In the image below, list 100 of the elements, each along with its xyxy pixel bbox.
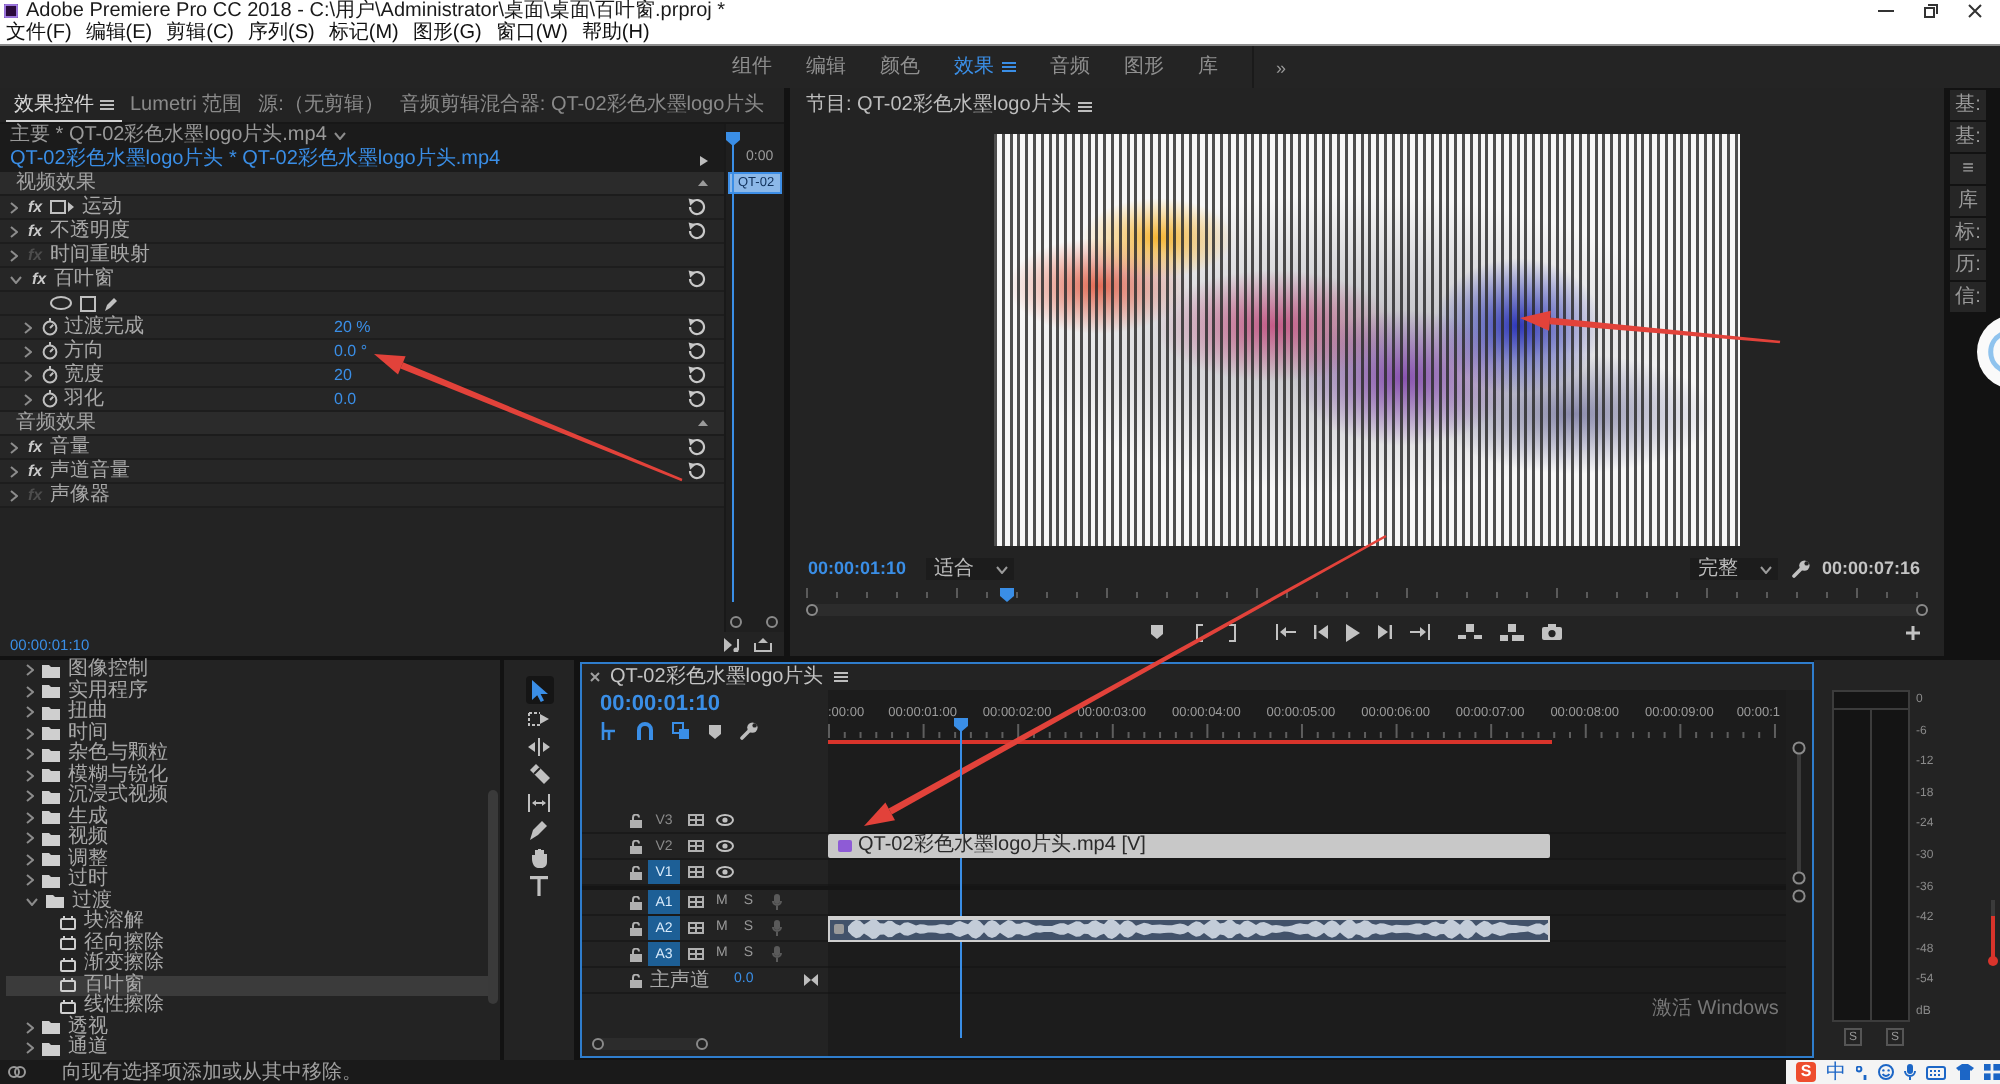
bowtie-icon[interactable]: [804, 974, 818, 986]
sequence-tab[interactable]: QT-02彩色水墨logo片头: [610, 665, 824, 689]
chevron-right-icon[interactable]: [10, 489, 18, 501]
fx-toggle[interactable]: fx: [28, 197, 43, 217]
chevron-right-icon[interactable]: [10, 225, 18, 237]
menu-item[interactable]: 图形(G): [412, 22, 482, 44]
chevron-right-icon[interactable]: [10, 249, 18, 261]
panel-tab[interactable]: 效果控件: [6, 88, 122, 122]
effects-list-item[interactable]: 过渡: [6, 891, 488, 912]
go-to-in-icon[interactable]: [1275, 624, 1295, 640]
effect-row[interactable]: fx 音量: [0, 436, 724, 460]
linked-clips-icon[interactable]: [672, 722, 690, 740]
parameter-value[interactable]: 0.0: [334, 389, 357, 409]
mark-in-icon[interactable]: [1193, 623, 1203, 641]
panel-tab[interactable]: Lumetri 范围: [122, 88, 251, 122]
magnet-icon[interactable]: [636, 722, 654, 740]
effects-list-item[interactable]: 通道: [6, 1038, 488, 1059]
marker-icon[interactable]: [1149, 624, 1163, 640]
chevron-right-icon[interactable]: [26, 874, 34, 887]
fx-toggle[interactable]: fx: [32, 269, 47, 289]
stopwatch-icon[interactable]: [42, 342, 58, 360]
workspace-tab[interactable]: 编辑: [806, 55, 846, 79]
effects-list-item[interactable]: 调整: [6, 849, 488, 870]
filmstrip-icon[interactable]: [688, 866, 704, 878]
workspace-tab[interactable]: 颜色: [880, 55, 920, 79]
effects-list-item[interactable]: 图像控制: [6, 660, 488, 681]
restore-icon[interactable]: [1924, 4, 1938, 18]
stopwatch-icon[interactable]: [42, 366, 58, 384]
export-icon[interactable]: [754, 637, 772, 651]
effects-list-item[interactable]: 径向擦除: [6, 933, 488, 954]
filmstrip-icon[interactable]: [688, 896, 704, 908]
chevron-right-icon[interactable]: [24, 345, 32, 357]
panel-tab[interactable]: 源:（无剪辑）: [250, 88, 392, 122]
marker-icon[interactable]: [708, 723, 722, 739]
chevron-right-icon[interactable]: [26, 706, 34, 719]
scroll-handle[interactable]: [1916, 604, 1928, 616]
panel-tab[interactable]: 标:: [1950, 218, 1986, 248]
chevron-right-icon[interactable]: [26, 811, 34, 824]
smiley-icon[interactable]: [1878, 1064, 1894, 1080]
stopwatch-icon[interactable]: [42, 318, 58, 336]
filmstrip-icon[interactable]: [688, 814, 704, 826]
reset-icon[interactable]: [688, 438, 706, 456]
chevron-right-icon[interactable]: [26, 1021, 34, 1034]
workspace-tab[interactable]: 音频: [1050, 55, 1090, 79]
step-forward-icon[interactable]: [1377, 624, 1391, 640]
panel-tab[interactable]: ≡: [1950, 154, 1986, 184]
add-icon[interactable]: [1906, 625, 1920, 639]
scroll-handle[interactable]: [806, 604, 818, 616]
menu-item[interactable]: 序列(S): [248, 22, 315, 44]
chevron-right-icon[interactable]: [26, 853, 34, 866]
scroll-handle[interactable]: [730, 616, 742, 628]
menu-item[interactable]: 帮助(H): [581, 22, 650, 44]
timecode[interactable]: 00:00:01:10: [808, 558, 907, 580]
effects-list-item[interactable]: 线性擦除: [6, 996, 488, 1017]
chevron-right-icon[interactable]: [24, 369, 32, 381]
tool-button[interactable]: [525, 732, 553, 760]
filmstrip-icon[interactable]: [688, 948, 704, 960]
quality-dropdown[interactable]: 完整: [1689, 558, 1778, 580]
wrench-icon[interactable]: [740, 722, 758, 740]
fader-icon[interactable]: [1988, 900, 1998, 968]
zoom-scrollbar[interactable]: [592, 1038, 708, 1050]
effects-list-item[interactable]: 透视: [6, 1017, 488, 1038]
panel-menu-icon[interactable]: [1002, 62, 1016, 72]
playhead[interactable]: [726, 132, 740, 602]
tool-button[interactable]: [525, 788, 553, 816]
scrollbar-thumb[interactable]: [488, 790, 498, 1004]
reset-icon[interactable]: [688, 462, 706, 480]
chevron-right-icon[interactable]: [26, 790, 34, 803]
wrench-icon[interactable]: [1791, 560, 1810, 578]
tool-button[interactable]: [525, 872, 553, 900]
lock-icon[interactable]: [630, 947, 642, 961]
chevron-right-icon[interactable]: [26, 727, 34, 740]
effects-list-item[interactable]: 杂色与颗粒: [6, 744, 488, 765]
effect-row[interactable]: fx 声道音量: [0, 460, 724, 484]
panel-menu-icon[interactable]: [833, 672, 848, 682]
workspace-tab[interactable]: 库: [1198, 55, 1218, 79]
panel-tab[interactable]: 库: [1950, 186, 1986, 216]
ellipse-mask-icon[interactable]: [50, 296, 72, 310]
scroll-handle[interactable]: [696, 1038, 708, 1050]
ime-logo[interactable]: S: [1796, 1062, 1816, 1082]
tool-button[interactable]: [525, 676, 553, 704]
chevron-right-icon[interactable]: [26, 748, 34, 761]
play-icon[interactable]: [700, 155, 708, 165]
effects-list-item[interactable]: 扭曲: [6, 702, 488, 723]
reset-icon[interactable]: [688, 198, 706, 216]
mark-out-icon[interactable]: [1227, 623, 1237, 641]
menu-item[interactable]: 剪辑(C): [166, 22, 235, 44]
sequence-clip-label[interactable]: QT-02彩色水墨logo片头 * QT-02彩色水墨logo片头.mp4: [10, 148, 501, 172]
microphone-icon[interactable]: [1904, 1064, 1916, 1080]
chevron-right-icon[interactable]: [10, 201, 18, 213]
panel-menu-icon[interactable]: [100, 99, 114, 109]
zoom-scrollbar[interactable]: [806, 604, 1928, 616]
effects-list-item[interactable]: 生成: [6, 807, 488, 828]
menu-item[interactable]: 编辑(E): [85, 22, 153, 44]
grid-icon[interactable]: [1984, 1064, 2000, 1080]
panel-tab[interactable]: 基:: [1950, 90, 1986, 120]
audio-play-icon[interactable]: [724, 637, 742, 651]
chevron-right-icon[interactable]: [24, 321, 32, 333]
lock-icon[interactable]: [630, 921, 642, 935]
effects-list-item[interactable]: 渐变擦除: [6, 954, 488, 975]
